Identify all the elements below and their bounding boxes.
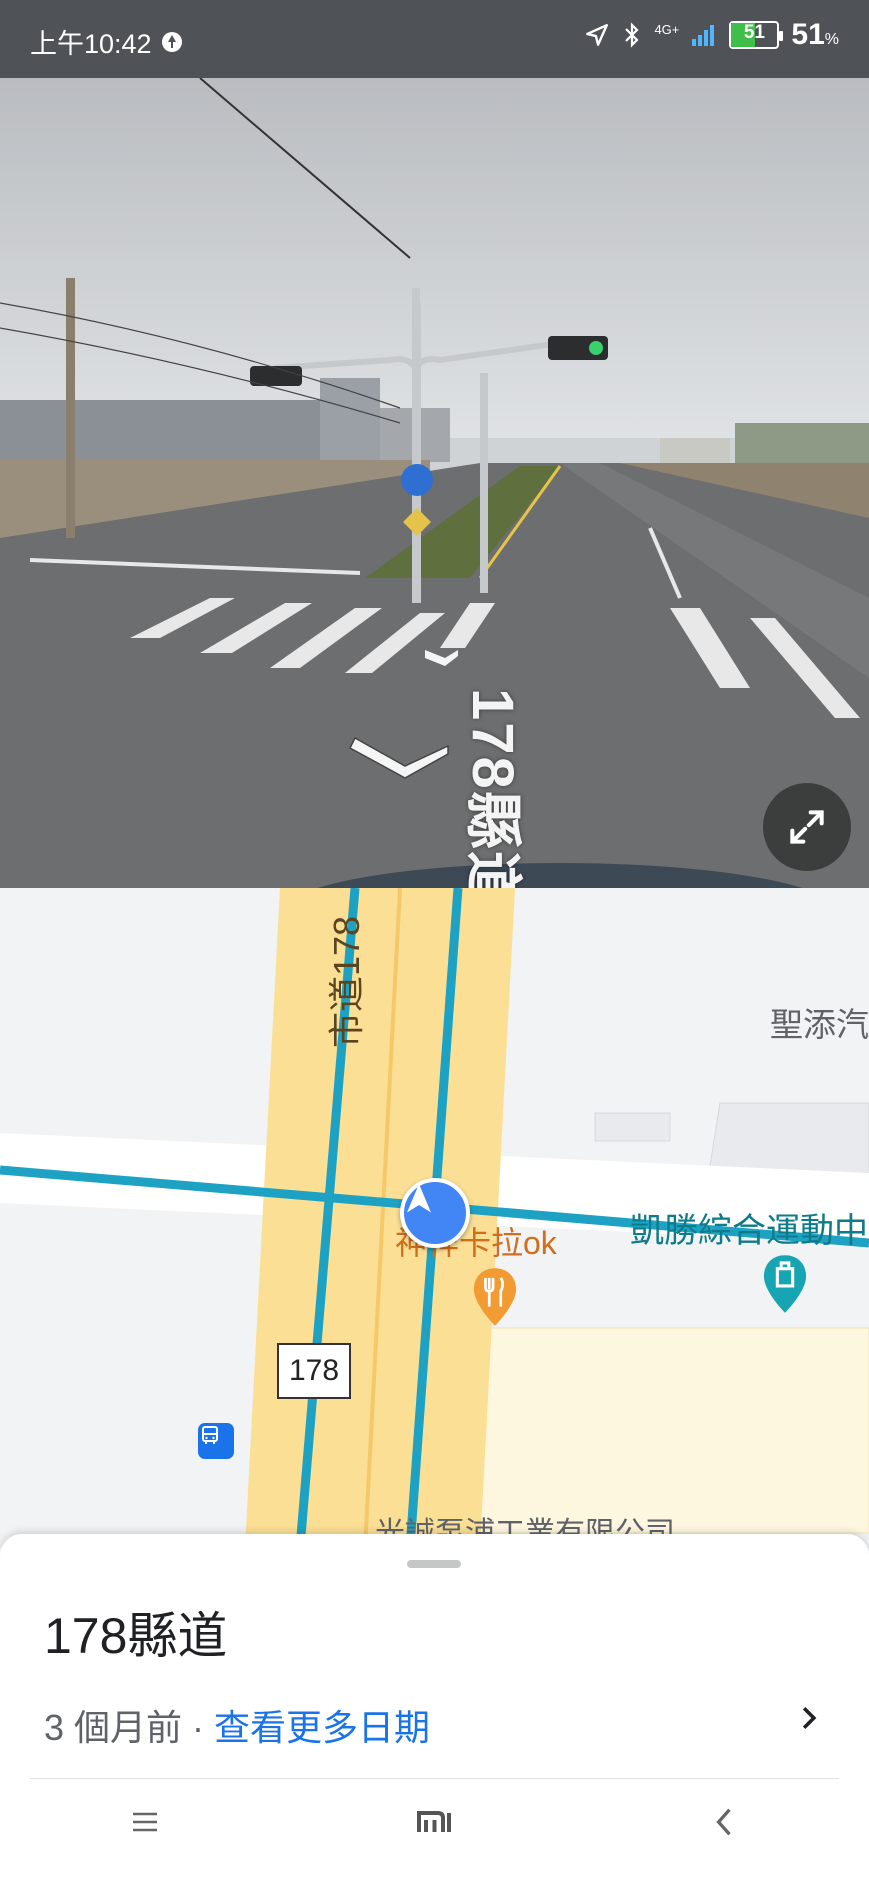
map-road-label: 市道178 bbox=[326, 915, 367, 1048]
expand-button[interactable] bbox=[763, 783, 851, 871]
status-time: 上午10:42 bbox=[30, 29, 152, 59]
road-marking-text: 178縣道 bbox=[460, 688, 525, 888]
street-view-panorama[interactable]: 178縣道 bbox=[0, 78, 869, 888]
expand-icon bbox=[790, 810, 824, 844]
signal-icon bbox=[692, 25, 715, 46]
bus-stop-icon[interactable] bbox=[198, 1423, 234, 1459]
chevron-right-icon bbox=[802, 1706, 817, 1730]
back-button[interactable] bbox=[684, 1792, 764, 1852]
menu-icon bbox=[132, 1812, 157, 1831]
map-place-label[interactable]: 聖添汽 bbox=[770, 998, 869, 1046]
drag-handle[interactable] bbox=[407, 1560, 461, 1568]
mi-logo-icon bbox=[417, 1810, 452, 1832]
back-icon bbox=[716, 1808, 731, 1835]
bluetooth-icon bbox=[625, 22, 640, 48]
restaurant-pin-icon[interactable] bbox=[472, 1266, 518, 1328]
battery-icon: 51 bbox=[729, 21, 784, 49]
route-shield: 178 bbox=[277, 1343, 351, 1399]
status-bar: 上午10:42 4G+ 51 51% bbox=[0, 0, 869, 78]
menu-button[interactable] bbox=[105, 1792, 185, 1852]
map-view[interactable]: 市道178 聖添汽 凱勝綜合運動中 神祥卡拉ok 光誠泵浦工業有限公司 178 bbox=[0, 888, 869, 1548]
timberland-icon bbox=[161, 31, 182, 52]
network-type: 4G+ bbox=[654, 21, 680, 37]
system-nav-bar bbox=[0, 1760, 869, 1883]
battery-percent: 51% bbox=[791, 18, 839, 51]
sports-pin-icon[interactable] bbox=[762, 1253, 808, 1315]
capture-date-row: 3 個月前 · 查看更多日期 bbox=[44, 1699, 430, 1751]
location-arrow-icon bbox=[586, 24, 609, 46]
map-sports-center-label[interactable]: 凱勝綜合運動中 bbox=[630, 1203, 868, 1252]
current-location-marker bbox=[400, 1178, 470, 1248]
more-dates-button[interactable] bbox=[789, 1698, 829, 1738]
home-button[interactable] bbox=[394, 1792, 474, 1852]
place-title: 178縣道 bbox=[44, 1608, 228, 1664]
street-view-image bbox=[0, 78, 869, 888]
navigation-arrow-icon bbox=[407, 1184, 431, 1213]
more-dates-link[interactable]: 查看更多日期 bbox=[214, 1707, 430, 1748]
capture-age: 3 個月前 · bbox=[44, 1707, 215, 1748]
